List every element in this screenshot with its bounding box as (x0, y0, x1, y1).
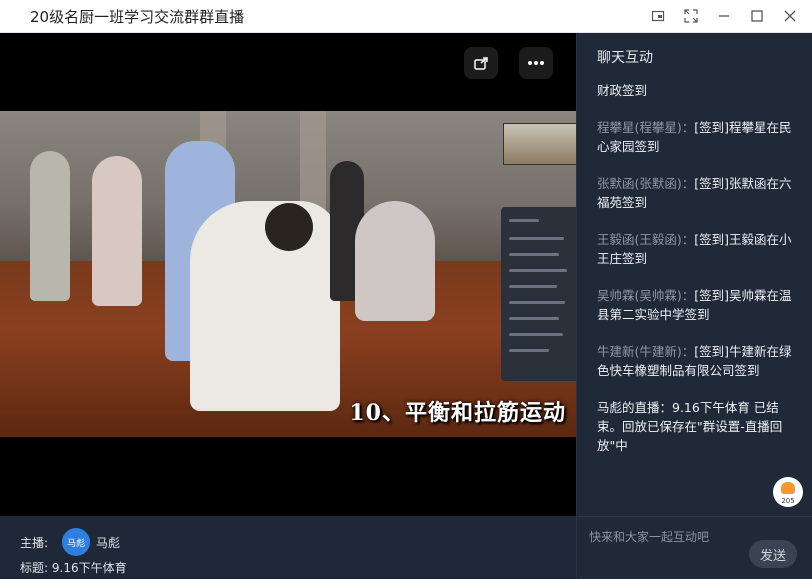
host-name[interactable]: 马彪 (96, 534, 120, 551)
maximize-icon[interactable] (740, 0, 773, 32)
message-sep: ： (681, 120, 695, 135)
subject-value: 9.16下午体育 (51, 561, 127, 575)
chat-message: 马彪的直播：9.16下午体育 已结束。回放已保存在"群设置-直播回放"中 (597, 398, 797, 455)
avatar[interactable]: 马彪 (62, 528, 90, 556)
chat-message: 程攀星(程攀星)：[签到]程攀星在民心家园签到 (597, 118, 797, 156)
video-figure (355, 201, 435, 321)
video-figure (30, 151, 70, 301)
message-sep: ： (681, 344, 695, 359)
minimize-icon[interactable] (707, 0, 740, 32)
message-sep: ： (681, 232, 695, 247)
overlay-line (509, 237, 564, 240)
subject-label: 标题: (20, 561, 49, 575)
message-sender: 张默函(张默函) (597, 176, 682, 191)
like-count: 205 (781, 497, 795, 505)
video-pip (503, 123, 576, 165)
chat-message: 财政签到 (597, 81, 797, 100)
more-icon[interactable] (519, 47, 553, 79)
close-icon[interactable] (773, 0, 806, 32)
window-title: 20级名厨一班学习交流群群直播 (30, 8, 245, 26)
chat-panel: 聊天互动 财政签到 程攀星(程攀星)：[签到]程攀星在民心家园签到 张默函(张默… (576, 33, 812, 579)
chat-message: 吴帅霖(吴帅霖)：[签到]吴帅霖在温县第二实验中学签到 (597, 286, 797, 324)
video-overlay-panel (501, 207, 576, 381)
message-sender: 牛建新(牛建新) (597, 344, 682, 359)
message-sender: 程攀星(程攀星) (597, 120, 682, 135)
video-player[interactable]: 10、平衡和拉筋运动 (0, 33, 576, 516)
chat-message: 王毅函(王毅函)：[签到]王毅函在小王庄签到 (597, 230, 797, 268)
fullscreen-icon[interactable] (674, 0, 707, 32)
chat-input-area: 发送 (577, 516, 812, 579)
overlay-line (509, 333, 563, 336)
send-button[interactable]: 发送 (749, 540, 797, 568)
video-caption: 10、平衡和拉筋运动 (349, 400, 566, 426)
host-info-bar: 主播: 马彪 马彪 标题: 9.16下午体育 (0, 516, 576, 578)
message-text: 马彪的直播：9.16下午体育 已结束。回放已保存在"群设置-直播回放"中 (597, 400, 783, 453)
message-sep: ： (681, 176, 695, 191)
message-sep: ： (681, 288, 695, 303)
message-sender: 王毅函(王毅函) (597, 232, 682, 247)
overlay-line (509, 285, 557, 288)
host-label: 主播: (20, 536, 49, 550)
video-figure (92, 156, 142, 306)
message-sender: 吴帅霖(吴帅霖) (597, 288, 682, 303)
chat-message: 牛建新(牛建新)：[签到]牛建新在绿色快车橡塑制品有限公司签到 (597, 342, 797, 380)
pin-icon[interactable] (641, 0, 674, 32)
chat-message: 张默函(张默函)：[签到]张默函在六福苑签到 (597, 174, 797, 212)
overlay-line (509, 219, 539, 222)
overlay-line (509, 301, 565, 304)
video-figure (265, 203, 313, 251)
title-bar: 20级名厨一班学习交流群群直播 (0, 0, 812, 33)
like-button[interactable]: 205 (773, 477, 803, 507)
chat-title: 聊天互动 (597, 50, 653, 66)
overlay-line (509, 253, 559, 256)
thumbs-up-icon (781, 482, 795, 494)
share-icon[interactable] (464, 47, 498, 79)
window-controls (641, 0, 806, 32)
chat-message-list: 财政签到 程攀星(程攀星)：[签到]程攀星在民心家园签到 张默函(张默函)：[签… (597, 81, 797, 473)
video-frame: 10、平衡和拉筋运动 (0, 111, 576, 437)
message-text: 财政签到 (597, 83, 648, 98)
live-subject: 标题: 9.16下午体育 (20, 559, 127, 576)
overlay-line (509, 317, 559, 320)
overlay-line (509, 349, 549, 352)
chat-input[interactable] (587, 525, 741, 549)
overlay-line (509, 269, 567, 272)
